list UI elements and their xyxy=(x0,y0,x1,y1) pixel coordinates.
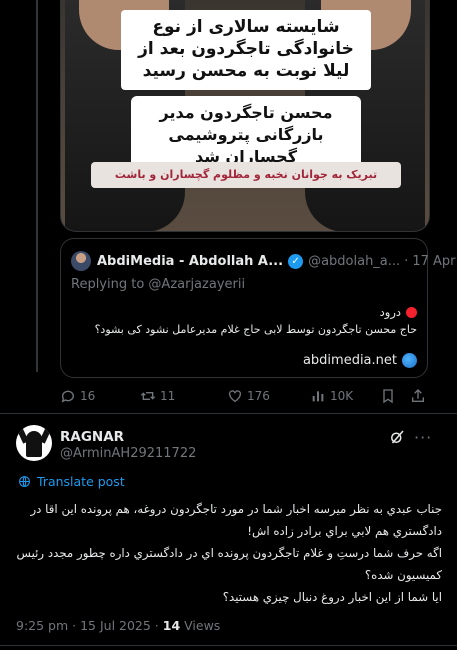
views-button[interactable]: 10K xyxy=(310,388,353,404)
quoted-author-name[interactable]: AbdiMedia - Abdollah A... xyxy=(97,254,283,269)
quoted-text-line-1: درود xyxy=(380,305,417,319)
author-avatar[interactable] xyxy=(16,425,52,461)
quoted-link-text[interactable]: abdimedia.net xyxy=(303,353,397,368)
like-button[interactable]: 176 xyxy=(227,388,270,404)
reply-button[interactable]: 16 xyxy=(60,388,95,404)
retweet-button[interactable]: 11 xyxy=(140,388,175,404)
quoted-greeting: درود xyxy=(379,305,401,319)
quoted-link[interactable]: abdimedia.net xyxy=(303,353,417,368)
bookmark-button[interactable] xyxy=(380,388,396,404)
views-chart-icon xyxy=(312,391,324,402)
red-circle-emoji-icon xyxy=(406,306,417,318)
share-button[interactable] xyxy=(410,388,426,404)
tweet-timestamp-meta: 9:25 pm · 15 Jul 2025 · 14 Views xyxy=(16,618,220,633)
tweet-text-line-3: اگه حرف شما درستِ و غلام تاجگردون پرونده… xyxy=(16,546,442,560)
bookmark-icon xyxy=(383,389,393,404)
thread-connector-line xyxy=(36,0,38,372)
tweet-time[interactable]: 9:25 pm · 15 Jul 2025 · xyxy=(16,618,163,633)
author-handle[interactable]: @ArminAH29211722 xyxy=(60,446,196,461)
more-options-icon[interactable]: ··· xyxy=(414,430,432,446)
tweet-text-line-2: دادگستري هم لابي براي برادر زاده اش! xyxy=(247,524,442,538)
tweet-views-label: Views xyxy=(180,618,221,633)
globe-emoji-icon xyxy=(402,353,417,368)
share-icon xyxy=(412,389,424,402)
quoted-date[interactable]: 17 Apr xyxy=(412,254,455,269)
media-caption-top: شایسته سالاری از نوع خانوادگی تاجگردون ب… xyxy=(121,10,371,90)
quoted-tweet[interactable]: AbdiMedia - Abdollah A... ✓ @abdolah_a..… xyxy=(60,238,455,378)
tweet-text-line-1: جناب عبدي به نظر ميرسه اخبار شما در مورد… xyxy=(30,502,442,516)
views-count: 10K xyxy=(330,389,354,403)
tweet-text-line-4: كميسيون شده؟ xyxy=(364,568,442,582)
avatar-figure-body xyxy=(26,431,42,457)
tweet-media-image[interactable]: شایسته سالاری از نوع خانوادگی تاجگردون ب… xyxy=(60,0,430,232)
translate-post-link[interactable]: Translate post xyxy=(18,474,125,489)
media-caption-bottom: تبریک به جوانان نخبه و مظلوم گچساران و ب… xyxy=(91,162,401,188)
tweet-divider xyxy=(0,413,457,414)
quoted-avatar[interactable] xyxy=(71,251,91,271)
retweet-count: 11 xyxy=(160,389,176,403)
quoted-tweet-header: AbdiMedia - Abdollah A... ✓ @abdolah_a..… xyxy=(71,251,455,271)
grok-icon[interactable] xyxy=(388,428,406,446)
quoted-author-handle[interactable]: @abdolah_a... xyxy=(308,254,400,269)
bottom-divider xyxy=(0,645,457,646)
separator-dot: · xyxy=(404,253,409,269)
tweet-views-count: 14 xyxy=(162,618,181,633)
author-name[interactable]: RAGNAR xyxy=(60,429,124,445)
heart-icon xyxy=(229,390,241,403)
retweet-icon xyxy=(140,392,156,400)
translate-globe-icon xyxy=(19,476,30,487)
verified-badge-icon: ✓ xyxy=(288,253,304,269)
replying-to[interactable]: Replying to @Azarjazayerii xyxy=(71,277,245,292)
reply-icon xyxy=(61,390,74,403)
reply-count: 16 xyxy=(80,389,96,403)
quoted-text-line-2: حاج محسن تاجگردون توسط لابی حاج غلام مدی… xyxy=(94,323,417,336)
translate-post-label[interactable]: Translate post xyxy=(37,474,125,489)
action-bar: 16 11 176 10K xyxy=(60,388,430,408)
like-count: 176 xyxy=(247,389,270,403)
tweet-text-line-5: ايا شما از اين اخبار دروغ دنبال چيزي هست… xyxy=(222,590,442,604)
